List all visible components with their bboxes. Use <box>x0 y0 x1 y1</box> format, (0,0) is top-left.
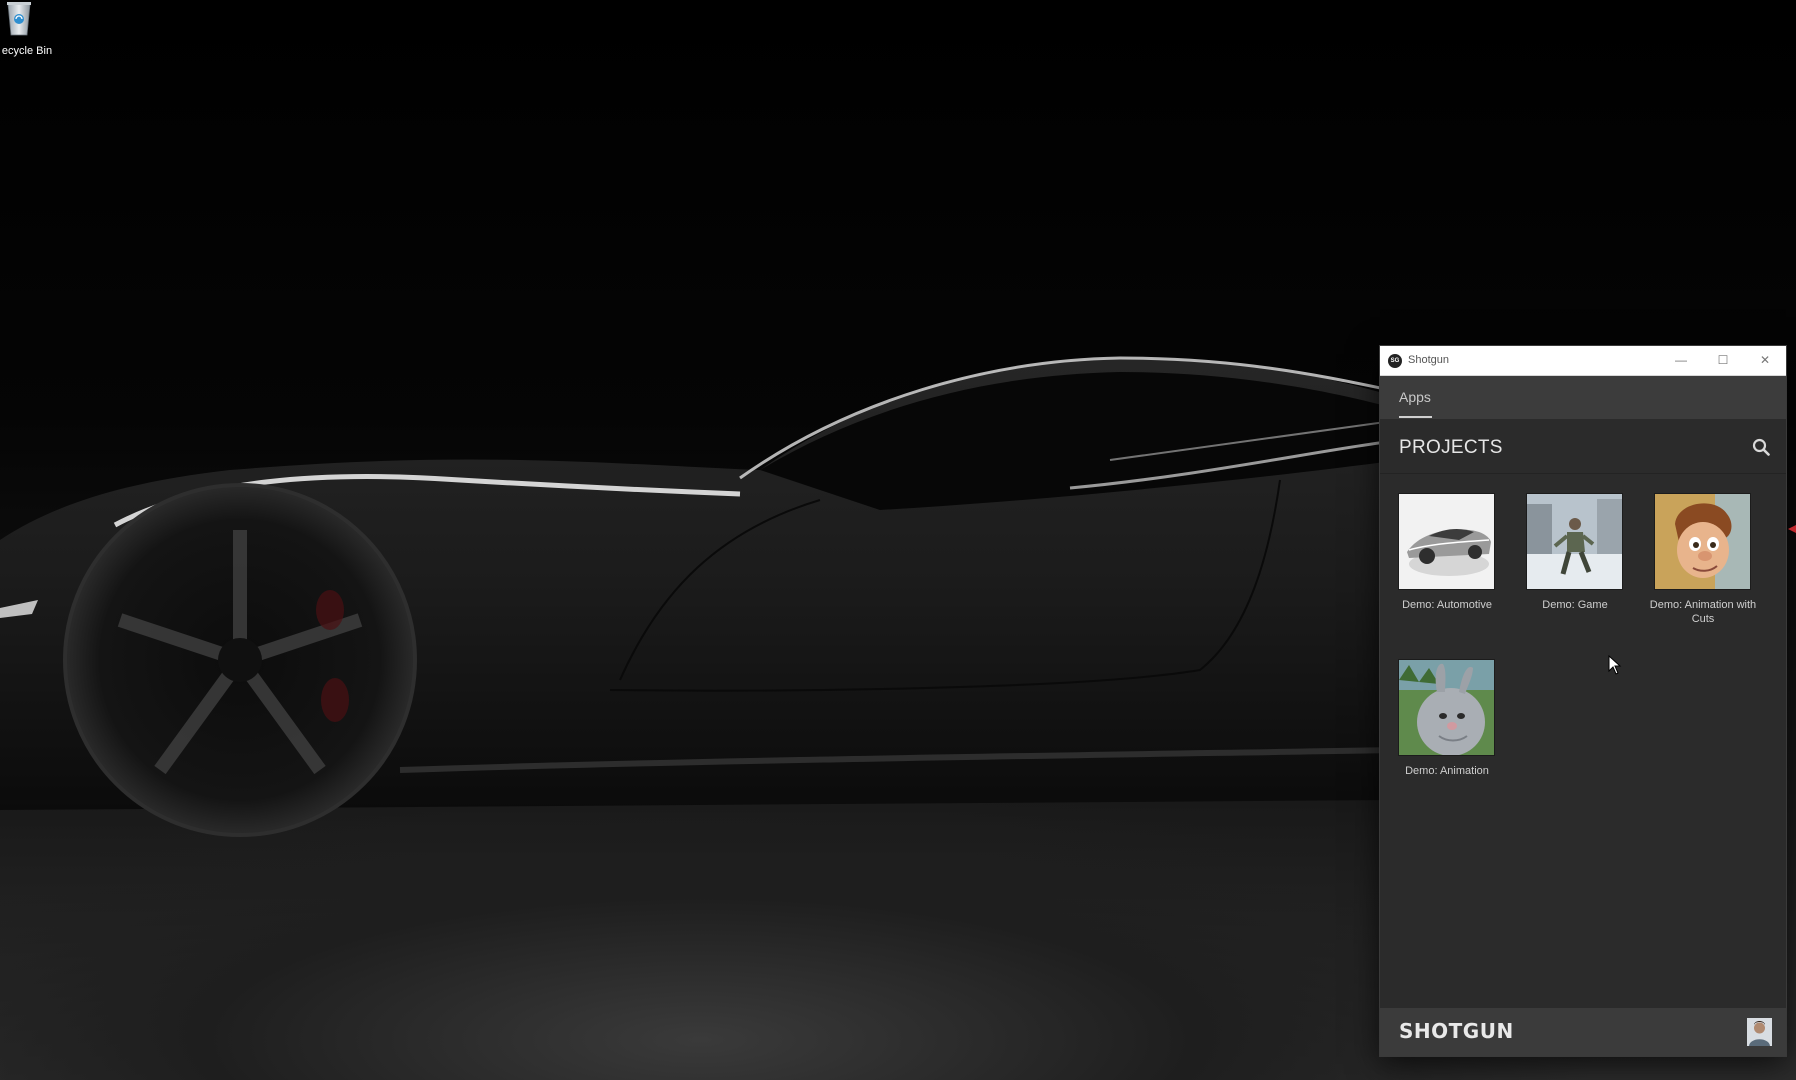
project-thumbnail-animation <box>1399 660 1494 755</box>
minimize-button[interactable]: — <box>1660 346 1702 375</box>
footer-bar: SHOTGUN <box>1380 1008 1786 1056</box>
project-name: Demo: Animation <box>1405 765 1489 777</box>
recycle-bin-icon <box>7 2 31 36</box>
maximize-button[interactable]: ☐ <box>1702 346 1744 375</box>
car-wallpaper <box>0 356 1400 837</box>
tab-apps[interactable]: Apps <box>1399 389 1431 405</box>
close-button[interactable]: ✕ <box>1744 346 1786 375</box>
shotgun-window: SG Shotgun — ☐ ✕ Apps PROJECTS Demo: Aut… <box>1380 346 1786 1056</box>
search-icon[interactable] <box>1752 438 1770 456</box>
shotgun-logo: SHOTGUN <box>1399 1019 1514 1043</box>
project-name: Demo: Game <box>1542 599 1608 611</box>
projects-heading: PROJECTS <box>1399 437 1503 458</box>
recycle-bin-label: ecycle Bin <box>1 45 53 57</box>
shotgun-app-icon: SG <box>1388 354 1402 368</box>
project-name: Demo: Automotive <box>1402 599 1492 611</box>
tab-bar: Apps <box>1380 376 1786 419</box>
title-bar[interactable]: SG Shotgun — ☐ ✕ <box>1380 346 1786 376</box>
project-thumbnail-animation-with-cuts <box>1655 494 1750 589</box>
projects-header: PROJECTS <box>1380 419 1786 474</box>
mouse-cursor <box>1608 655 1622 675</box>
project-name: Demo: Animation with Cuts <box>1649 599 1757 625</box>
offscreen-indicator-icon <box>1788 525 1796 533</box>
recycle-bin[interactable]: ecycle Bin <box>0 0 62 62</box>
desktop: ecycle Bin SG Shotgun — ☐ ✕ Apps PROJECT… <box>0 0 1796 1080</box>
project-thumbnail-game <box>1527 494 1622 589</box>
window-title: Shotgun <box>1408 354 1449 366</box>
tab-selected-indicator <box>1399 416 1432 418</box>
user-avatar[interactable] <box>1747 1018 1772 1046</box>
project-thumbnail-automotive <box>1399 494 1494 589</box>
